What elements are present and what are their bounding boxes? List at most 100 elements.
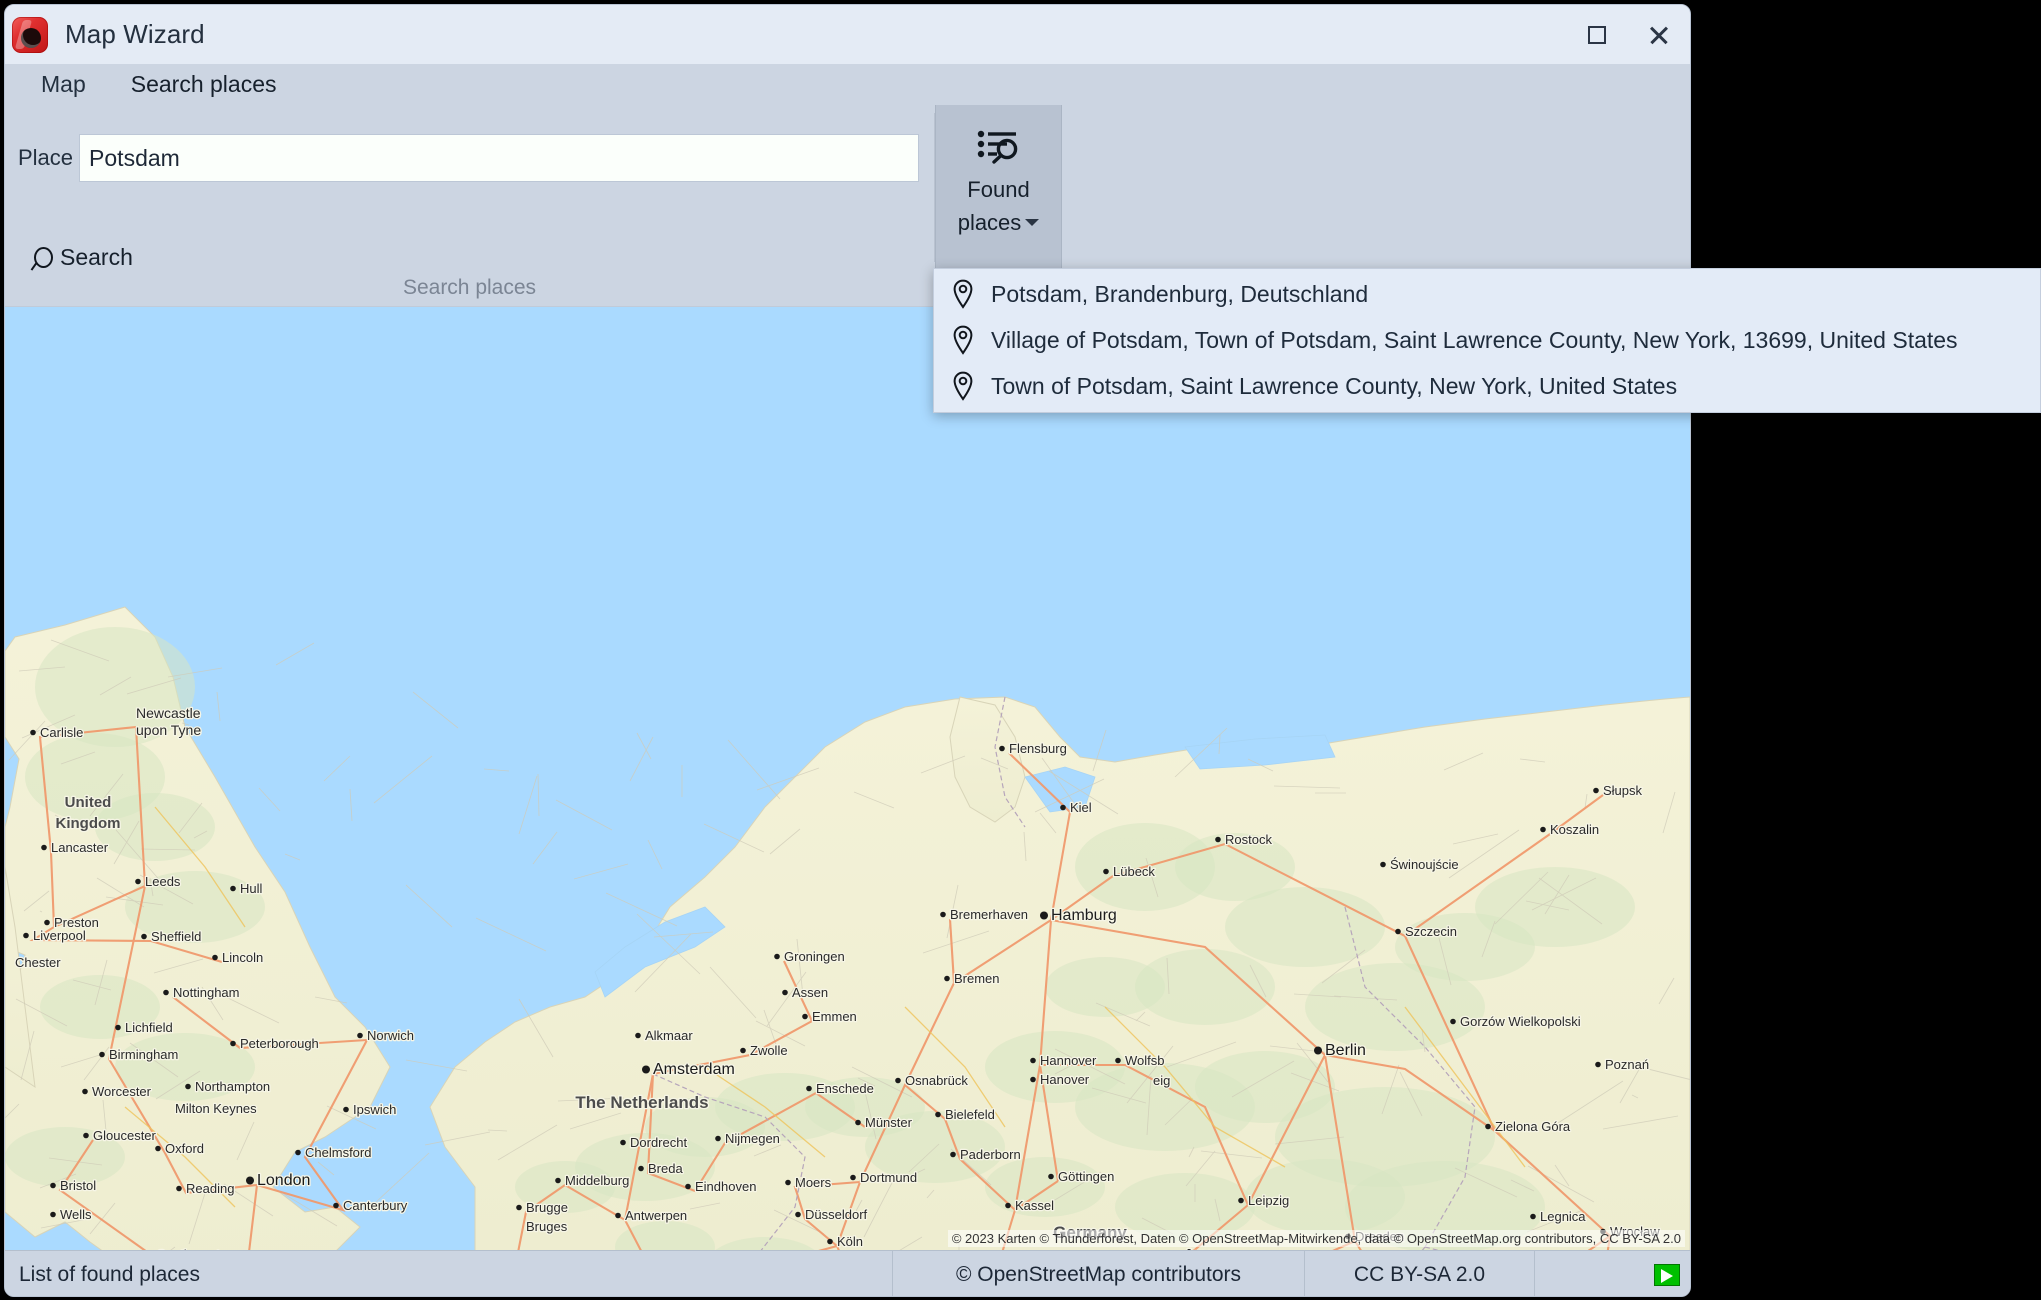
map-label: Middelburg: [565, 1173, 629, 1188]
map-label: Oxford: [165, 1141, 204, 1156]
dropdown-item-label: Village of Potsdam, Town of Potsdam, Sai…: [991, 327, 1958, 354]
map-label: Gloucester: [93, 1128, 157, 1143]
map-label: Rostock: [1225, 832, 1272, 847]
map-label: Birmingham: [109, 1047, 178, 1062]
map-label: Nijmegen: [725, 1131, 780, 1146]
map-label: Paderborn: [960, 1147, 1021, 1162]
map-label: Alkmaar: [645, 1028, 693, 1043]
map-label: Chelmsford: [305, 1145, 371, 1160]
found-places-button-label: Found places: [958, 173, 1040, 239]
map-label: Sheffield: [151, 929, 201, 944]
map-label: Nottingham: [173, 985, 239, 1000]
map-label: Lichfield: [125, 1020, 173, 1035]
map-label: Düsseldorf: [805, 1207, 868, 1222]
map-wizard-window: Map Wizard Map Search places: [4, 4, 1691, 1297]
ribbon-group-label: Search places: [5, 270, 934, 306]
map-label: Zwolle: [750, 1043, 788, 1058]
status-grip-cell: [1535, 1251, 1690, 1297]
place-field-row: Place: [18, 134, 919, 182]
map-label: Breda: [648, 1161, 683, 1176]
map-label: Groningen: [784, 949, 845, 964]
map-label: Worcester: [92, 1084, 152, 1099]
search-button[interactable]: Search: [25, 240, 139, 275]
map-label: Świnoujście: [1390, 857, 1459, 872]
close-icon: [1648, 24, 1670, 46]
close-button[interactable]: [1628, 5, 1690, 64]
window-title: Map Wizard: [65, 19, 205, 50]
map-pin-icon: [952, 279, 974, 309]
map-canvas[interactable]: Newcastleupon TyneCarlisleUnitedKingdomL…: [5, 306, 1690, 1250]
map-label: Dordrecht: [630, 1135, 687, 1150]
map-label: eig: [1153, 1073, 1170, 1088]
magnifier-icon: [31, 246, 55, 270]
map-label: Legnica: [1540, 1209, 1586, 1224]
map-label: Zielona Góra: [1495, 1119, 1571, 1134]
dropdown-item-label: Town of Potsdam, Saint Lawrence County, …: [991, 373, 1677, 400]
maximize-icon: [1588, 26, 1606, 44]
map-label: Hull: [240, 881, 263, 896]
map-label: Assen: [792, 985, 828, 1000]
map-label: Chester: [15, 955, 61, 970]
map-label: United: [65, 794, 112, 811]
map-label: Leipzig: [1248, 1193, 1289, 1208]
map-label: Flensburg: [1009, 741, 1067, 756]
maximize-button[interactable]: [1566, 5, 1628, 64]
found-places-label-line1: Found: [958, 173, 1040, 206]
map-wizard-app-icon: [12, 17, 48, 53]
status-osm-credit: © OpenStreetMap contributors: [893, 1251, 1305, 1297]
dropdown-item-label: Potsdam, Brandenburg, Deutschland: [991, 281, 1368, 308]
map-label: Hanover: [1040, 1072, 1090, 1087]
dropdown-item-0[interactable]: Potsdam, Brandenburg, Deutschland: [934, 271, 2040, 317]
map-label: Northampton: [195, 1079, 270, 1094]
resize-grip-icon[interactable]: [1654, 1264, 1680, 1286]
map-label: London: [257, 1172, 310, 1189]
map-label: Amsterdam: [653, 1061, 735, 1078]
map-label: Enschede: [816, 1081, 874, 1096]
map-label: Hamburg: [1051, 907, 1117, 924]
map-label: Wolfsb: [1125, 1053, 1165, 1068]
map-label: Peterborough: [240, 1036, 319, 1051]
map-label: Szczecin: [1405, 924, 1457, 939]
place-label: Place: [18, 145, 73, 171]
chevron-down-icon: [1025, 219, 1039, 226]
map-label: Berlin: [1325, 1042, 1366, 1059]
tab-search-places[interactable]: Search places: [129, 69, 279, 100]
map-label: Canterbury: [343, 1198, 408, 1213]
map-label: Emmen: [812, 1009, 857, 1024]
map-label: Lancaster: [51, 840, 109, 855]
found-places-dropdown: Potsdam, Brandenburg, Deutschland Villag…: [933, 268, 2041, 413]
map-label: Moers: [795, 1175, 832, 1190]
map-label: Bremen: [954, 971, 1000, 986]
dropdown-item-1[interactable]: Village of Potsdam, Town of Potsdam, Sai…: [934, 317, 2040, 363]
title-bar: Map Wizard: [5, 5, 1690, 64]
place-input[interactable]: [79, 134, 919, 182]
dropdown-item-2[interactable]: Town of Potsdam, Saint Lawrence County, …: [934, 363, 2040, 409]
map-pin-icon: [952, 371, 974, 401]
map-label: Münster: [865, 1115, 913, 1130]
map-label: Koszalin: [1550, 822, 1599, 837]
map-attribution: © 2023 Karten © Thunderforest, Daten © O…: [948, 1230, 1685, 1247]
found-places-label-line2-wrap: places: [958, 206, 1040, 239]
window-controls: [1566, 5, 1690, 64]
map-label: Kassel: [1015, 1198, 1054, 1213]
status-bar: List of found places © OpenStreetMap con…: [5, 1250, 1690, 1297]
screen-root: Map Wizard Map Search places: [0, 0, 2041, 1300]
map-label: Reading: [186, 1181, 234, 1196]
map-label: Liverpool: [33, 928, 86, 943]
map-label: The Netherlands: [575, 1093, 708, 1112]
map-label: Eindhoven: [695, 1179, 756, 1194]
found-places-button[interactable]: Found places: [935, 105, 1062, 270]
map-label: Göttingen: [1058, 1169, 1114, 1184]
ribbon-tab-strip: Map Search places: [5, 64, 1690, 105]
map-label: Hannover: [1040, 1053, 1097, 1068]
status-license: CC BY-SA 2.0: [1305, 1251, 1535, 1297]
status-message: List of found places: [5, 1251, 893, 1297]
map-label: Bremerhaven: [950, 907, 1028, 922]
map-label: Leeds: [145, 874, 181, 889]
map-label: Norwich: [367, 1028, 414, 1043]
found-places-label-line2: places: [958, 210, 1022, 235]
tab-map[interactable]: Map: [39, 69, 88, 100]
map-label: Milton Keynes: [175, 1101, 257, 1116]
map-label: Bielefeld: [945, 1107, 995, 1122]
map-label: Wells: [60, 1207, 92, 1222]
